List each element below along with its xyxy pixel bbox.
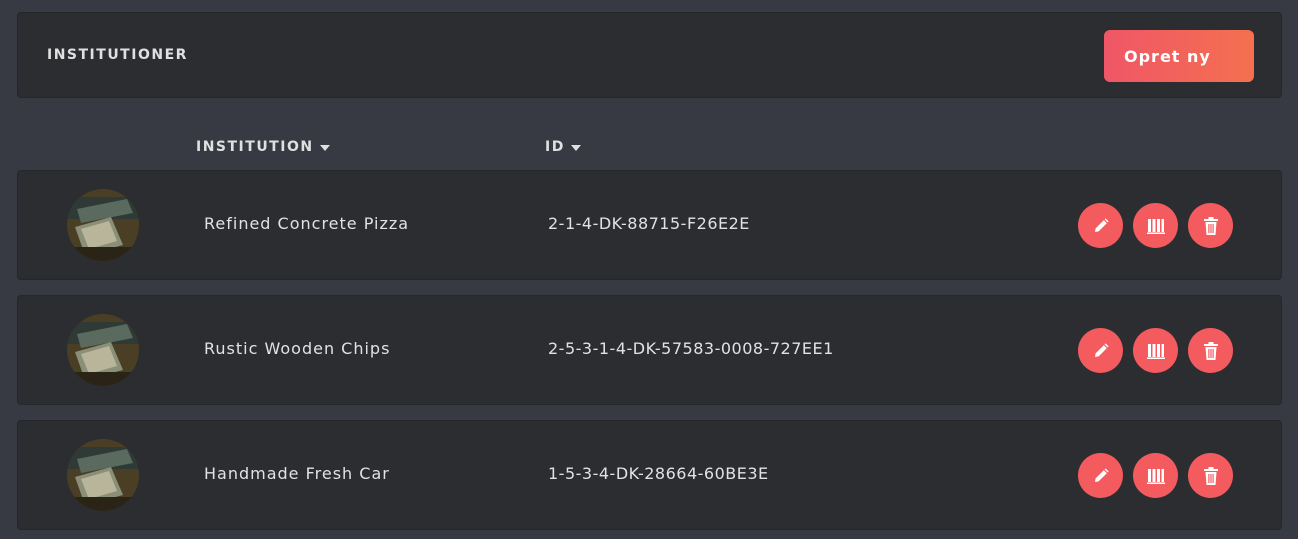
caret-down-icon xyxy=(319,145,330,151)
caret-down-icon xyxy=(570,145,581,151)
create-new-button[interactable]: Opret ny xyxy=(1104,30,1254,82)
column-header-id-label: ID xyxy=(545,139,565,155)
library-button[interactable] xyxy=(1133,203,1178,248)
edit-button[interactable] xyxy=(1078,328,1123,373)
table-row: Rustic Wooden Chips 2-5-3-1-4-DK-57583-0… xyxy=(17,295,1282,405)
column-header-institution[interactable]: INSTITUTION xyxy=(196,139,330,155)
row-actions xyxy=(1078,453,1233,498)
avatar xyxy=(67,439,139,511)
column-header-institution-label: INSTITUTION xyxy=(196,139,314,155)
books-icon xyxy=(1146,343,1165,359)
institution-id: 2-5-3-1-4-DK-57583-0008-727EE1 xyxy=(548,339,834,358)
delete-button[interactable] xyxy=(1188,203,1233,248)
pencil-icon xyxy=(1094,342,1109,357)
trash-icon xyxy=(1203,216,1218,235)
institution-name: Refined Concrete Pizza xyxy=(204,214,410,233)
trash-icon xyxy=(1203,466,1218,485)
delete-button[interactable] xyxy=(1188,328,1233,373)
pencil-icon xyxy=(1094,217,1109,232)
library-button[interactable] xyxy=(1133,328,1178,373)
edit-button[interactable] xyxy=(1078,453,1123,498)
pencil-icon xyxy=(1094,467,1109,482)
trash-icon xyxy=(1203,341,1218,360)
institution-id: 2-1-4-DK-88715-F26E2E xyxy=(548,214,750,233)
table-row: Handmade Fresh Car 1-5-3-4-DK-28664-60BE… xyxy=(17,420,1282,530)
institution-id: 1-5-3-4-DK-28664-60BE3E xyxy=(548,464,769,483)
institution-name: Rustic Wooden Chips xyxy=(204,339,391,358)
books-icon xyxy=(1146,468,1165,484)
table-row: Refined Concrete Pizza 2-1-4-DK-88715-F2… xyxy=(17,170,1282,280)
header-card: INSTITUTIONER Opret ny xyxy=(17,12,1282,98)
avatar xyxy=(67,314,139,386)
avatar xyxy=(67,189,139,261)
row-actions xyxy=(1078,328,1233,373)
books-icon xyxy=(1146,218,1165,234)
library-button[interactable] xyxy=(1133,453,1178,498)
row-actions xyxy=(1078,203,1233,248)
delete-button[interactable] xyxy=(1188,453,1233,498)
page-title: INSTITUTIONER xyxy=(47,47,188,63)
column-header-id[interactable]: ID xyxy=(545,139,581,155)
institution-name: Handmade Fresh Car xyxy=(204,464,390,483)
edit-button[interactable] xyxy=(1078,203,1123,248)
